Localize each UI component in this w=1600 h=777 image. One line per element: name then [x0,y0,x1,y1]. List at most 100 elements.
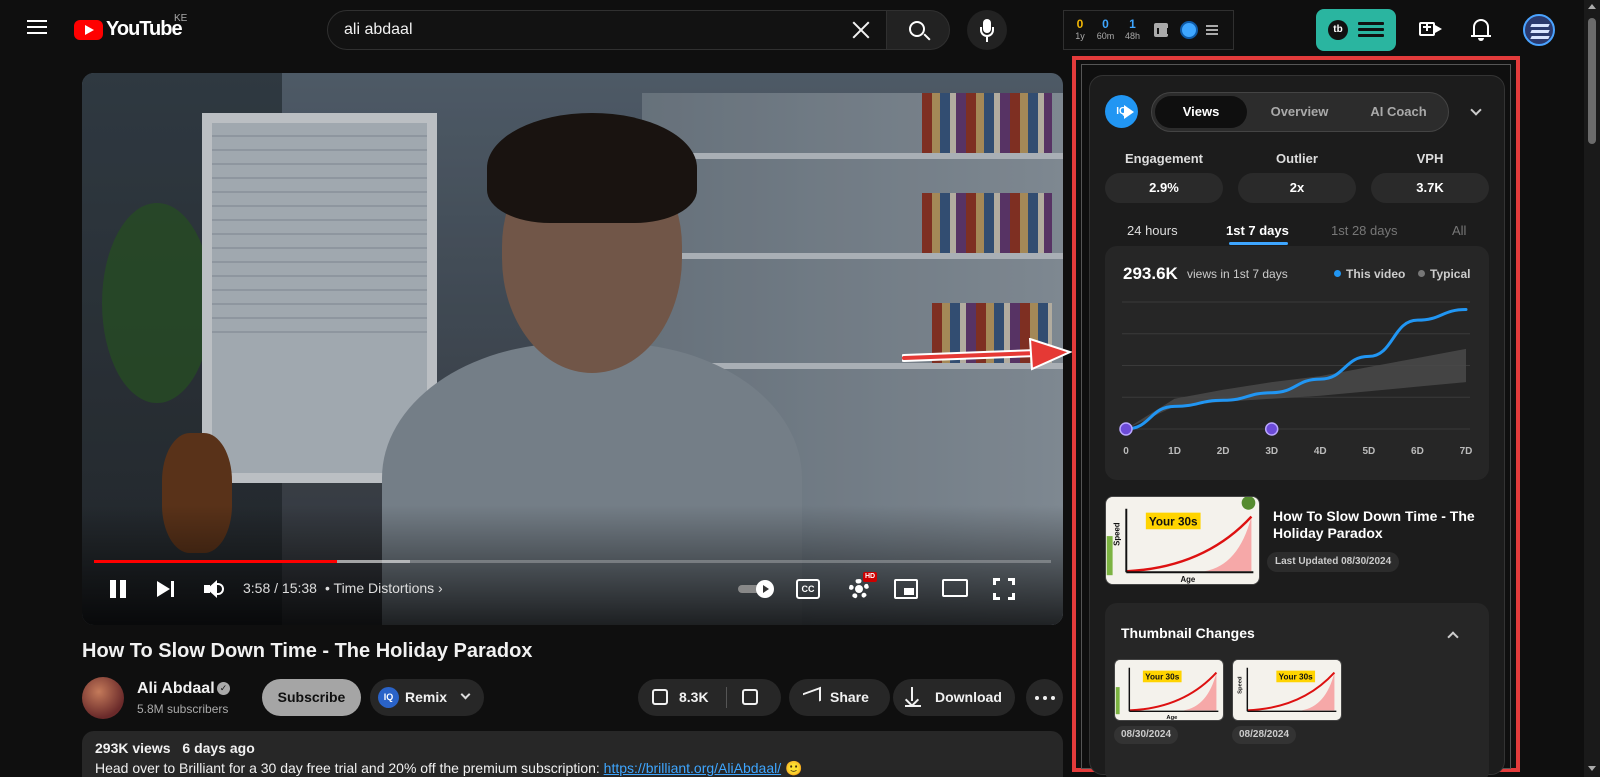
bar-chart-icon[interactable] [1154,23,1169,37]
played-fill [94,560,338,563]
x-tick-label: 0 [1123,446,1129,457]
legend-typical[interactable]: Typical [1418,267,1470,281]
collapse-chevron-icon[interactable] [1470,104,1482,116]
theater-mode-icon[interactable] [942,579,968,597]
thumbnail-changes-title: Thumbnail Changes [1121,625,1255,641]
scroll-down-arrow-icon[interactable] [1588,766,1596,771]
logo-text: YouTube [106,18,183,40]
hamburger-menu-icon[interactable] [22,16,52,42]
tab-overview[interactable]: Overview [1250,96,1349,128]
video-summary-card: Your 30s Speed Age How To Slow Down Time… [1105,496,1489,586]
scroll-thumb[interactable] [1588,18,1596,144]
tubebuddy-button[interactable]: tb [1316,9,1396,51]
subscriber-count: 5.8M subscribers [137,702,229,716]
last-updated-badge: Last Updated 08/30/2024 [1267,552,1400,572]
account-avatar[interactable] [1523,14,1555,46]
progress-bar[interactable] [94,560,1051,563]
chevron-right-icon: › [438,580,443,596]
voice-search-button[interactable] [967,10,1007,50]
thumb-x-label: Age [1180,575,1195,584]
range-tab-1st-28-days[interactable]: 1st 28 days [1331,223,1398,238]
share-arrow-icon [803,686,821,708]
search-button[interactable] [886,10,950,50]
volume-icon[interactable] [202,578,228,600]
chapter-title[interactable]: • Time Distortions › [325,580,443,596]
miniplayer-icon[interactable] [894,579,918,599]
tubebuddy-logo-icon: tb [1328,20,1348,40]
publish-date: 6 days ago [182,740,255,756]
page-scrollbar[interactable] [1584,0,1600,777]
scroll-up-arrow-icon[interactable] [1588,4,1596,9]
vidiq-stats-widget[interactable]: 0 1y 0 60m 1 48h [1063,10,1234,50]
thumbs-up-icon [652,689,668,705]
metric-label-outlier: Outlier [1276,151,1318,166]
stat-1y: 0 1y [1075,17,1085,42]
description-link[interactable]: https://brilliant.org/AliAbdaal/ [604,760,781,776]
hd-badge: HD [863,572,878,582]
tubebuddy-menu-icon [1358,22,1384,40]
vidiq-remix-icon: IQ [378,687,399,708]
vidiq-logo-icon[interactable]: IQ [1105,95,1138,128]
stat-60m: 0 60m [1096,17,1115,42]
tab-views[interactable]: Views [1155,96,1247,128]
range-tab-24-hours[interactable]: 24 hours [1127,223,1178,238]
thumbnail-change-1[interactable]: Your 30s Age [1114,659,1224,721]
autoplay-toggle[interactable] [738,580,776,598]
metric-label-engagement: Engagement [1124,151,1203,166]
youtube-logo[interactable]: YouTube KE [74,13,187,41]
time-display: 3:58 / 15:38 [243,580,317,596]
legend-this-video[interactable]: This video [1334,267,1405,281]
widget-menu-icon[interactable] [1206,23,1218,37]
legend-dot-blue [1334,270,1341,277]
download-button[interactable]: Download [893,679,1015,716]
chevron-up-icon[interactable] [1447,631,1459,643]
chart-marker-2 [1264,422,1279,436]
chart-marker-1 [1119,422,1133,436]
x-tick-label: 6D [1411,446,1424,457]
like-button[interactable]: 8.3K [638,679,726,716]
video-title: How To Slow Down Time - The Holiday Para… [82,640,533,662]
country-code: KE [174,13,188,24]
verified-check-icon: ✓ [217,682,230,695]
active-range-indicator [1229,242,1288,245]
thumbs-down-icon[interactable] [742,689,758,705]
more-actions-button[interactable] [1026,679,1063,716]
thumbnail-change-date-1: 08/30/2024 [1114,726,1179,744]
create-video-icon[interactable] [1419,17,1443,41]
notifications-bell-icon[interactable] [1469,16,1493,42]
vidiq-logo-icon[interactable] [1180,21,1198,39]
like-count: 8.3K [679,689,709,705]
video-thumbnail[interactable]: Your 30s Speed Age [1105,496,1260,585]
description-text: Head over to Brilliant for a 30 day free… [95,760,803,776]
captions-icon[interactable]: CC [796,579,820,599]
chevron-down-icon[interactable] [460,689,471,700]
metric-value-outlier: 2x [1238,173,1356,203]
clear-search-icon[interactable] [850,19,872,41]
thumb-change-1-text: Your 30s [1145,672,1180,681]
pause-icon[interactable] [108,578,128,600]
channel-avatar[interactable] [82,677,124,719]
tab-ai-coach[interactable]: AI Coach [1351,96,1446,128]
x-tick-label: 3D [1265,446,1278,457]
range-tab-1st-7-days[interactable]: 1st 7 days [1226,223,1289,238]
top-header: YouTube KE 0 1y 0 60m 1 48h tb [0,0,1568,58]
thumb-change-2-text: Your 30s [1279,672,1314,681]
remix-button[interactable]: IQ Remix [370,679,484,716]
metric-value-engagement: 2.9% [1105,173,1223,203]
share-button[interactable]: Share [789,679,890,716]
range-tab-all[interactable]: All [1452,223,1466,238]
fullscreen-icon[interactable] [992,577,1016,601]
chart-caption: views in 1st 7 days [1187,267,1288,281]
search-input[interactable] [344,21,824,39]
youtube-play-icon [74,19,103,40]
description-box[interactable]: 293K views 6 days ago Head over to Brill… [82,731,1063,777]
x-tick-label: 5D [1362,446,1375,457]
thumbnail-change-2[interactable]: Your 30s Speed [1232,659,1342,721]
channel-name[interactable]: Ali Abdaal [137,680,215,698]
thumbnail-image: Your 30s Speed Age [1106,497,1259,584]
subscribe-button[interactable]: Subscribe [262,679,361,716]
next-video-icon[interactable] [155,578,177,600]
thumb-highlight-text: Your 30s [1149,515,1198,528]
metric-value-vph: 3.7K [1371,173,1489,203]
panel-tabs: Views Overview AI Coach [1151,92,1449,132]
